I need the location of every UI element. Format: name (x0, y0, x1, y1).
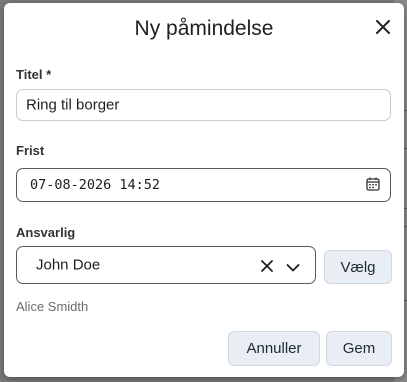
clear-selection-button[interactable] (261, 259, 273, 277)
dialog-title: Ny påmindelse (134, 17, 274, 40)
deadline-input-value: 07-08-2026 14:52 (30, 177, 161, 193)
responsible-helper-text: Alice Smidth (16, 299, 89, 314)
cancel-button[interactable]: Annuller (228, 331, 320, 366)
dropdown-toggle[interactable] (286, 260, 300, 278)
responsible-select-value: John Doe (36, 256, 101, 274)
close-icon (376, 20, 390, 34)
title-input-value: Ring til borger (26, 96, 120, 114)
close-button[interactable] (372, 16, 394, 38)
chevron-down-icon (286, 264, 300, 272)
save-button[interactable]: Gem (326, 331, 392, 366)
responsible-field-label: Ansvarlig (16, 225, 76, 240)
deadline-datetime-input[interactable]: 07-08-2026 14:52 (16, 168, 391, 202)
clear-icon (261, 260, 273, 272)
deadline-field-label: Frist (16, 143, 45, 158)
reminder-dialog: Ny påmindelse Titel * Ring til borger Fr… (4, 3, 404, 377)
choose-responsible-button[interactable]: Vælg (324, 250, 392, 284)
title-input[interactable]: Ring til borger (16, 89, 391, 121)
calendar-icon (366, 177, 380, 191)
responsible-select[interactable]: John Doe (16, 246, 316, 284)
calendar-button[interactable] (366, 177, 380, 196)
title-field-label: Titel * (16, 67, 52, 82)
